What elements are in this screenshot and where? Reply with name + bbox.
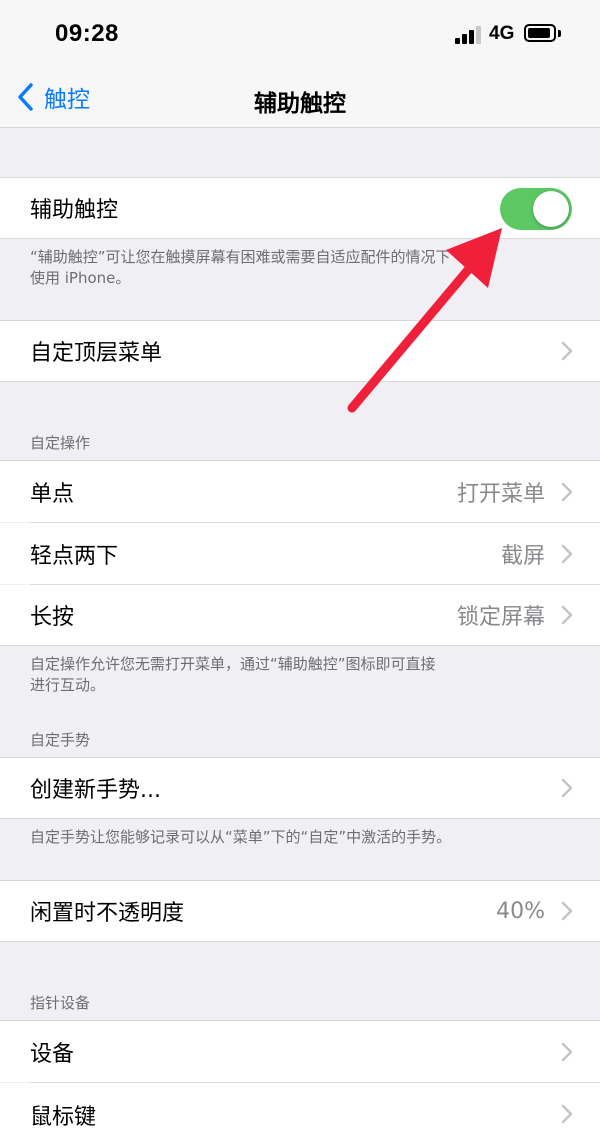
pointer-label: 设备 bbox=[30, 1041, 75, 1067]
page-title: 辅助触控 bbox=[254, 91, 346, 117]
action-row-single-tap[interactable]: 单点 打开菜单 bbox=[0, 460, 600, 522]
custom-gestures-footer: 自定手势让您能够记录可以从“菜单”下的“自定”中激活的手势。 bbox=[30, 828, 452, 846]
action-value: 截屏 bbox=[500, 543, 545, 569]
action-label: 长按 bbox=[30, 605, 75, 630]
pointer-devices-header: 指针设备 bbox=[30, 994, 91, 1012]
idle-opacity-label: 闲置时不透明度 bbox=[30, 901, 185, 926]
chevron-right-icon bbox=[561, 605, 573, 625]
signal-icon bbox=[455, 24, 485, 44]
custom-actions-header: 自定操作 bbox=[30, 434, 91, 452]
chevron-right-icon bbox=[561, 901, 573, 921]
chevron-right-icon bbox=[561, 341, 573, 361]
chevron-right-icon bbox=[561, 1104, 573, 1124]
chevron-right-icon bbox=[561, 1042, 573, 1061]
custom-actions-footer: 自定操作允许您无需打开菜单，通过“辅助触控”图标即可直接 进行互动。 bbox=[30, 654, 550, 696]
status-time: 09:28 bbox=[55, 20, 119, 47]
pointer-row-devices[interactable]: 设备 bbox=[0, 1020, 600, 1082]
network-label: 4G bbox=[489, 23, 515, 44]
chevron-right-icon bbox=[561, 544, 573, 563]
action-row-long-press[interactable]: 长按 锁定屏幕 bbox=[0, 585, 600, 646]
action-value: 锁定屏幕 bbox=[456, 605, 545, 630]
create-gesture-label: 创建新手势... bbox=[30, 778, 161, 803]
toggle-knob bbox=[533, 191, 569, 227]
custom-gestures-header: 自定手势 bbox=[30, 731, 91, 749]
pointer-label: 鼠标键 bbox=[30, 1105, 97, 1129]
idle-opacity-value: 40% bbox=[496, 898, 545, 924]
assistive-touch-label: 辅助触控 bbox=[30, 198, 119, 223]
assistive-touch-footer: “辅助触控”可让您在触摸屏幕有困难或需要自适应配件的情况下 使用 iPhone。 bbox=[30, 247, 550, 289]
pointer-row-mouse-keys[interactable]: 鼠标键 bbox=[0, 1083, 600, 1129]
nav-bar: 触控 辅助触控 bbox=[0, 66, 600, 128]
customize-top-menu-row[interactable]: 自定顶层菜单 bbox=[0, 320, 600, 382]
action-row-double-tap[interactable]: 轻点两下 截屏 bbox=[0, 523, 600, 584]
create-gesture-row[interactable]: 创建新手势... bbox=[0, 757, 600, 819]
assistive-touch-toggle[interactable] bbox=[500, 188, 572, 230]
chevron-right-icon bbox=[561, 778, 573, 798]
battery-tip bbox=[558, 30, 561, 37]
custom-actions-footer-line2: 进行互动。 bbox=[30, 676, 106, 694]
action-label: 轻点两下 bbox=[30, 543, 119, 569]
action-value: 打开菜单 bbox=[456, 481, 545, 507]
custom-actions-footer-line1: 自定操作允许您无需打开菜单，通过“辅助触控”图标即可直接 bbox=[30, 655, 436, 673]
customize-top-menu-label: 自定顶层菜单 bbox=[30, 341, 163, 366]
idle-opacity-row[interactable]: 闲置时不透明度 40% bbox=[0, 880, 600, 942]
battery-icon bbox=[524, 24, 556, 42]
assistive-touch-footer-line1: “辅助触控”可让您在触摸屏幕有困难或需要自适应配件的情况下 bbox=[30, 248, 451, 266]
status-bar: 09:28 4G bbox=[0, 0, 600, 66]
assistive-touch-footer-line2: 使用 iPhone。 bbox=[30, 269, 131, 287]
chevron-right-icon bbox=[561, 482, 573, 501]
action-label: 单点 bbox=[30, 481, 75, 507]
assistive-touch-row: 辅助触控 bbox=[0, 177, 600, 239]
